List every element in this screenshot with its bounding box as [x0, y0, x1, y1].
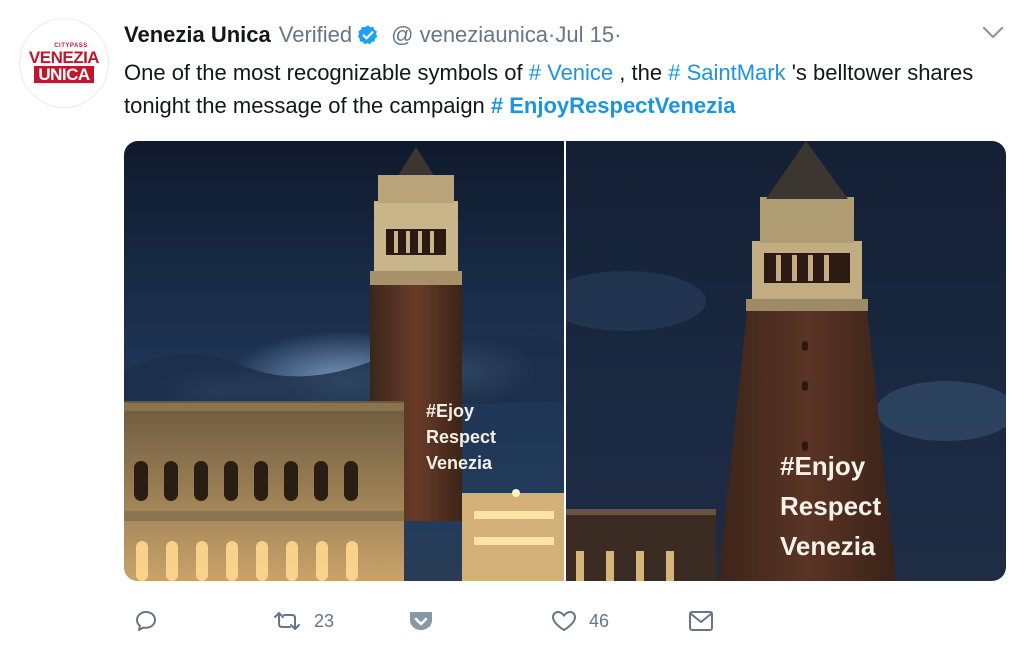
tweet-date[interactable]: Jul 15 [555, 22, 614, 48]
projection-text-line: Venezia [780, 531, 876, 561]
projection-text-line: Respect [780, 491, 881, 521]
projection-text-line: Respect [426, 427, 496, 447]
projection-text-line: Venezia [426, 453, 493, 473]
media-photo-left[interactable]: #Ejoy Respect Venezia [124, 141, 564, 581]
separator-dot: · [548, 22, 556, 47]
pocket-button[interactable] [408, 604, 434, 638]
retweet-button[interactable]: 23 [272, 604, 334, 638]
envelope-icon [689, 611, 713, 631]
avatar-logo-line1: VENEZIA [28, 48, 100, 67]
tweet-actions: 23 46 [0, 604, 1024, 638]
pocket-icon [410, 612, 432, 630]
media-photo-right[interactable]: #Enjoy Respect Venezia [566, 141, 1006, 581]
like-count: 46 [589, 610, 610, 631]
tweet-text-part: , the [613, 60, 669, 85]
retweet-icon [274, 612, 300, 630]
tweet-text: One of the most recognizable symbols of … [124, 56, 1004, 122]
chevron-down-icon[interactable] [982, 25, 1004, 41]
reply-button[interactable] [134, 604, 158, 638]
verified-badge-icon [357, 25, 378, 45]
author-handle[interactable]: @ veneziaunica [391, 22, 548, 48]
separator-dot-trailing: · [614, 22, 622, 47]
hashtag-link[interactable]: # Venice [529, 60, 613, 85]
retweet-count: 23 [314, 610, 335, 631]
verified-label: Verified [278, 22, 353, 47]
projection-text-line: #Enjoy [780, 451, 866, 481]
like-button[interactable]: 46 [551, 604, 609, 638]
avatar[interactable]: CITYPASS VENEZIA UNICA [20, 19, 108, 107]
tweet-header: Venezia Unica Verified @ veneziaunica · … [124, 18, 621, 52]
tweet-text-part: One of the most recognizable symbols of [124, 60, 529, 85]
media-grid: #Ejoy Respect Venezia #Enjoy Respect Ven… [124, 141, 1006, 581]
hashtag-link[interactable]: # SaintMark [668, 60, 785, 85]
heart-icon [552, 611, 576, 631]
hashtag-link[interactable]: # EnjoyRespectVenezia [491, 93, 736, 118]
reply-icon [136, 611, 156, 631]
author-name[interactable]: Venezia Unica [124, 22, 271, 48]
avatar-logo-line2: UNICA [34, 66, 94, 83]
projection-text-line: #Ejoy [426, 401, 474, 421]
direct-message-button[interactable] [688, 604, 714, 638]
